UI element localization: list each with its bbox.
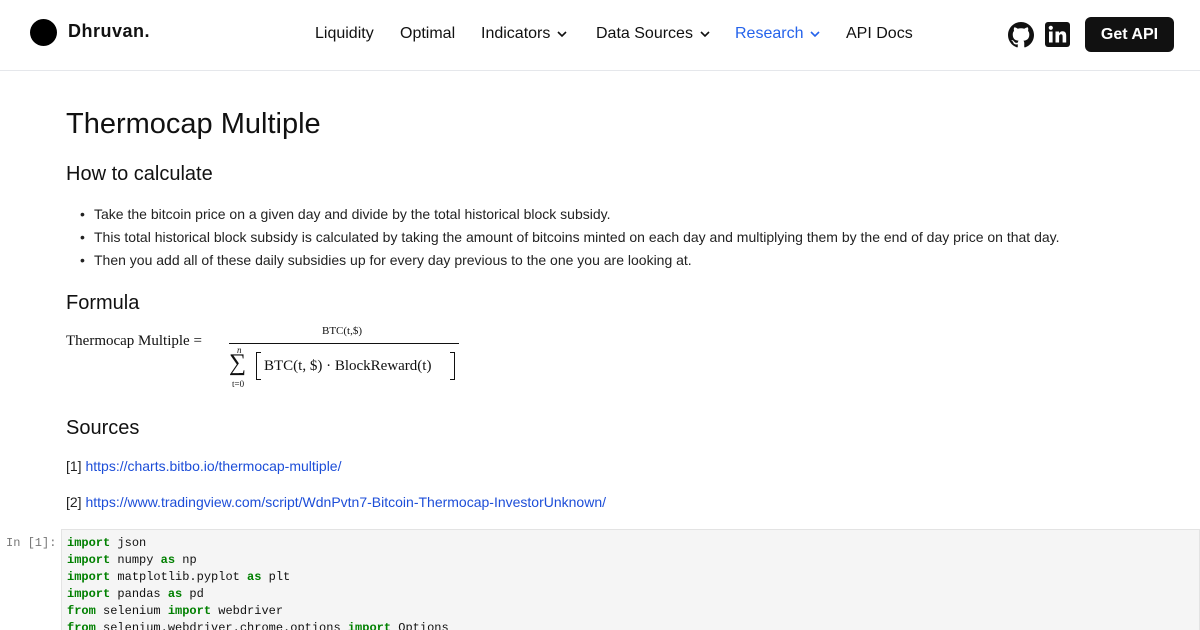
source-item: [1] https://charts.bitbo.io/thermocap-mu… — [66, 458, 341, 474]
code-text: pd — [182, 587, 204, 601]
formula-denominator: BTC(t, $) · BlockReward(t) — [264, 358, 432, 374]
code-text: np — [175, 553, 197, 567]
code-keyword: from — [67, 604, 96, 618]
formula-lhs: Thermocap Multiple = — [66, 333, 202, 349]
source-link[interactable]: https://www.tradingview.com/script/WdnPv… — [85, 494, 606, 510]
nav-item-label: Optimal — [400, 25, 456, 42]
logo-icon[interactable] — [30, 19, 57, 46]
formula-heading: Formula — [66, 292, 140, 314]
code-text: selenium — [95, 604, 168, 618]
nav-item-research[interactable]: Research — [735, 25, 821, 43]
code-text: webdriver — [211, 604, 284, 618]
nav-item-label: API Docs — [846, 25, 913, 42]
code-text: Options — [391, 621, 449, 630]
nav-item-api-docs[interactable]: API Docs — [846, 25, 913, 43]
code-block: import json import numpy as np import matp… — [67, 535, 449, 630]
nav-item-label: Liquidity — [315, 25, 374, 42]
get-api-button[interactable]: Get API — [1085, 17, 1174, 52]
sigma-icon: ∑ — [229, 350, 247, 376]
left-bracket — [256, 352, 261, 380]
code-line: import matplotlib.pyplot as plt — [67, 569, 449, 586]
code-text: selenium.webdriver.chrome.options — [95, 621, 348, 630]
chevron-down-icon — [557, 31, 567, 38]
code-keyword: as — [247, 570, 262, 584]
code-line: from selenium.webdriver.chrome.options i… — [67, 620, 449, 630]
calculation-steps-list: Take the bitcoin price on a given day an… — [80, 203, 1060, 272]
code-keyword: import — [67, 570, 111, 584]
code-text: matplotlib.pyplot — [110, 570, 248, 584]
code-text: plt — [261, 570, 291, 584]
github-icon[interactable] — [1008, 22, 1034, 48]
code-keyword: import — [67, 553, 111, 567]
top-navbar: Dhruvan. Liquidity Optimal Indicators Da… — [0, 0, 1200, 71]
code-line: import json — [67, 535, 449, 552]
nav-item-label: Data Sources — [596, 25, 693, 42]
nav-item-data-sources[interactable]: Data Sources — [596, 25, 711, 43]
nav-item-label: Indicators — [481, 25, 551, 42]
code-line: import pandas as pd — [67, 586, 449, 603]
page-title: Thermocap Multiple — [66, 108, 321, 140]
source-link[interactable]: https://charts.bitbo.io/thermocap-multip… — [85, 458, 341, 474]
nav-item-optimal[interactable]: Optimal — [400, 25, 455, 43]
list-item: Then you add all of these daily subsidie… — [80, 249, 1060, 272]
nav-item-label: Research — [735, 25, 804, 42]
source-item: [2] https://www.tradingview.com/script/W… — [66, 494, 606, 510]
how-to-calculate-heading: How to calculate — [66, 163, 213, 185]
sum-lower-limit: t=0 — [232, 379, 245, 389]
cell-prompt: In [1]: — [6, 536, 57, 550]
source-index: [2] — [66, 494, 82, 510]
right-bracket — [450, 352, 455, 380]
formula-equation: Thermocap Multiple = BTC(t,$) n ∑ t=0 BT… — [66, 325, 486, 395]
linkedin-icon[interactable] — [1045, 22, 1070, 47]
code-keyword: import — [67, 536, 111, 550]
source-index: [1] — [66, 458, 82, 474]
chevron-down-icon — [700, 31, 710, 38]
chevron-down-icon — [810, 31, 821, 38]
nav-item-indicators[interactable]: Indicators — [481, 25, 568, 43]
list-item: Take the bitcoin price on a given day an… — [80, 203, 1060, 226]
code-keyword: as — [160, 553, 176, 567]
sources-heading: Sources — [66, 417, 140, 439]
code-keyword: import — [347, 621, 392, 630]
code-keyword: as — [167, 587, 183, 601]
list-item: This total historical block subsidy is c… — [80, 226, 1060, 249]
code-text: numpy — [110, 553, 161, 567]
nav-item-liquidity[interactable]: Liquidity — [315, 25, 374, 43]
code-keyword: from — [67, 621, 96, 630]
code-text: json — [110, 536, 147, 550]
fraction-bar — [229, 343, 459, 344]
code-text: pandas — [110, 587, 168, 601]
brand-name[interactable]: Dhruvan. — [68, 21, 150, 42]
code-line: from selenium import webdriver — [67, 603, 449, 620]
code-keyword: import — [67, 587, 111, 601]
code-keyword: import — [167, 604, 212, 618]
code-line: import numpy as np — [67, 552, 449, 569]
formula-numerator: BTC(t,$) — [322, 325, 363, 337]
